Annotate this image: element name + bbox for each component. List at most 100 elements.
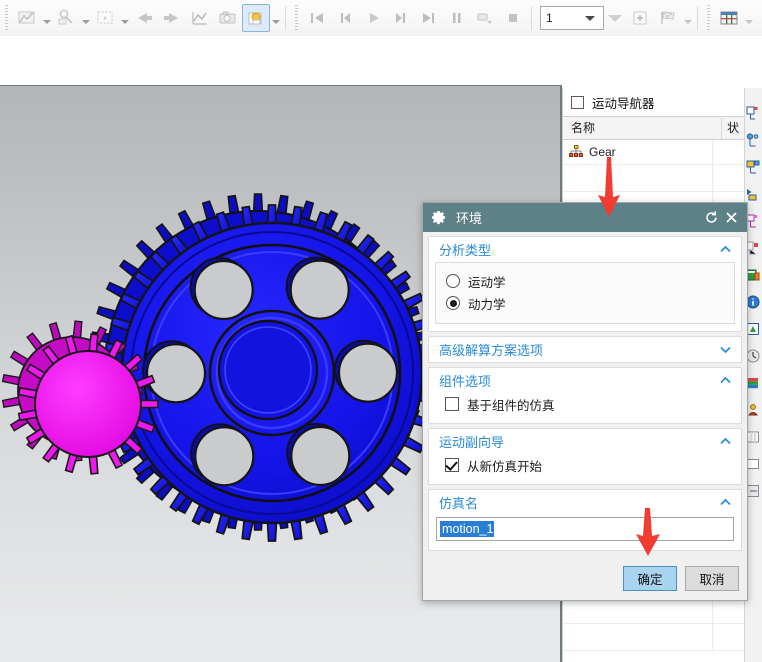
spreadsheet-run-icon[interactable] — [52, 4, 80, 32]
motion-animation-icon[interactable] — [13, 4, 41, 32]
view-manager-icon[interactable] — [746, 430, 761, 445]
analysis-type-options: 运动学 动力学 — [435, 262, 735, 324]
tree-node-status — [713, 140, 745, 164]
step-forward-icon[interactable] — [387, 4, 415, 32]
history-icon[interactable] — [746, 106, 761, 121]
part-navigator-icon[interactable] — [746, 187, 761, 202]
playback-toolbar-grip[interactable] — [293, 5, 300, 31]
motion-animation-dropdown-icon[interactable] — [41, 5, 52, 31]
system-materials-icon[interactable] — [746, 322, 761, 337]
chevron-up-icon[interactable] — [719, 243, 732, 256]
step-count-input[interactable]: 1 — [540, 6, 604, 30]
section-component-options-header[interactable]: 组件选项 — [429, 368, 741, 393]
table-row[interactable] — [563, 624, 745, 651]
column-header-status[interactable]: 状 — [722, 118, 745, 139]
column-header-name[interactable]: 名称 — [563, 117, 722, 139]
radio-kinematics-indicator[interactable] — [446, 274, 460, 288]
next-step-icon[interactable] — [158, 4, 186, 32]
section-analysis-type-header[interactable]: 分析类型 — [429, 237, 741, 262]
section-joint-wizard-label: 运动副向导 — [439, 435, 505, 450]
right-toolbar-grip[interactable] — [705, 5, 712, 31]
reset-icon[interactable] — [701, 207, 721, 229]
environment-dialog[interactable]: 环境 分析类型 运动学 动力学 高级解算方案选项 组件选项 基于组件的仿真 运动… — [422, 202, 748, 601]
stop-icon[interactable] — [499, 4, 527, 32]
finish-flag-dropdown-icon[interactable] — [682, 5, 693, 31]
color-palette-icon[interactable] — [746, 376, 761, 391]
play-icon[interactable] — [359, 4, 387, 32]
close-icon[interactable] — [721, 207, 741, 229]
panel-pin-icon[interactable] — [571, 95, 584, 109]
section-simulation-name: 仿真名 motion_1 — [428, 489, 742, 551]
finish-flag-icon[interactable] — [654, 4, 682, 32]
more-icon[interactable] — [746, 484, 761, 499]
checkbox-start-new-simulation-indicator[interactable] — [445, 458, 459, 472]
step-count-value: 1 — [546, 11, 553, 25]
toolbar-grip[interactable] — [3, 5, 10, 31]
motion-navigator-header[interactable]: 运动导航器 — [563, 88, 745, 116]
dialog-footer: 确定 取消 — [423, 560, 747, 600]
step-back-icon[interactable] — [331, 4, 359, 32]
radio-dynamics[interactable]: 动力学 — [446, 292, 724, 314]
spreadsheet-run-dropdown-icon[interactable] — [80, 5, 91, 31]
assembly-node-icon — [569, 145, 583, 157]
go-to-end-icon[interactable] — [415, 4, 443, 32]
web-browser-icon[interactable] — [746, 268, 761, 283]
filter-dropdown-icon[interactable] — [604, 5, 626, 31]
section-component-options: 组件选项 基于组件的仿真 — [428, 367, 742, 424]
articulation-icon[interactable]: x — [91, 4, 119, 32]
radio-dynamics-indicator[interactable] — [446, 296, 460, 310]
radio-kinematics-label: 运动学 — [468, 275, 506, 290]
section-joint-wizard-header[interactable]: 运动副向导 — [429, 429, 741, 454]
html-help-icon[interactable] — [746, 241, 761, 256]
chevron-up-icon[interactable] — [719, 496, 732, 509]
radio-kinematics[interactable]: 运动学 — [446, 270, 724, 292]
chevron-up-icon[interactable] — [719, 435, 732, 448]
section-advanced-solver-header[interactable]: 高级解算方案选项 — [429, 337, 741, 362]
toolbar-divider — [285, 6, 286, 30]
export-movie-icon[interactable] — [471, 4, 499, 32]
dialog-body: 分析类型 运动学 动力学 高级解算方案选项 组件选项 基于组件的仿真 运动副向导… — [423, 232, 747, 560]
spreadsheet-icon[interactable] — [715, 4, 743, 32]
go-to-start-icon[interactable] — [303, 4, 331, 32]
dialog-title-bar[interactable]: 环境 — [423, 203, 747, 232]
package-export-dropdown-icon[interactable] — [270, 5, 281, 31]
add-marker-icon[interactable] — [626, 4, 654, 32]
checkbox-start-new-simulation[interactable]: 从新仿真开始 — [439, 454, 731, 476]
checkbox-component-based-simulation[interactable]: 基于组件的仿真 — [439, 393, 731, 415]
ok-button[interactable]: 确定 — [623, 566, 677, 591]
layers-icon[interactable] — [746, 457, 761, 472]
articulation-dropdown-icon[interactable] — [119, 5, 130, 31]
camera-capture-icon[interactable] — [214, 4, 242, 32]
motion-navigator-title: 运动导航器 — [592, 96, 655, 111]
section-simulation-name-header[interactable]: 仿真名 — [429, 490, 741, 515]
cancel-button[interactable]: 取消 — [685, 566, 739, 591]
constraint-navigator-icon[interactable] — [746, 160, 761, 175]
graphing-icon[interactable] — [186, 4, 214, 32]
simulation-name-value: motion_1 — [440, 521, 495, 537]
package-export-icon[interactable] — [242, 4, 270, 32]
playback-divider — [531, 6, 532, 30]
table-row[interactable] — [563, 165, 745, 192]
chevron-down-icon[interactable] — [719, 343, 732, 356]
chevron-up-icon[interactable] — [719, 374, 732, 387]
spreadsheet-dropdown-icon[interactable] — [743, 5, 754, 31]
simulation-name-input[interactable]: motion_1 — [436, 517, 734, 541]
roles-icon[interactable] — [746, 403, 761, 418]
joint-wizard-body: 从新仿真开始 — [429, 454, 741, 484]
pause-icon[interactable] — [443, 4, 471, 32]
assembly-navigator-icon[interactable] — [746, 133, 761, 148]
section-component-options-label: 组件选项 — [439, 374, 492, 389]
section-joint-wizard: 运动副向导 从新仿真开始 — [428, 428, 742, 485]
table-row[interactable]: Gear — [563, 140, 745, 165]
radio-dynamics-label: 动力学 — [468, 297, 506, 312]
internet-explorer-icon[interactable] — [746, 295, 761, 310]
previous-step-icon[interactable] — [130, 4, 158, 32]
driven-gear — [89, 193, 441, 542]
section-analysis-type: 分析类型 运动学 动力学 — [428, 236, 742, 332]
table-row[interactable] — [563, 597, 745, 624]
application-window: x 1 运动导航器 名称 状 Gear 环境 分析类型 运动学 动力学 高级解算… — [0, 0, 762, 662]
checkbox-component-based-simulation-indicator[interactable] — [445, 397, 459, 411]
reuse-library-icon[interactable] — [746, 214, 761, 229]
process-studio-icon[interactable] — [746, 349, 761, 364]
section-simulation-name-label: 仿真名 — [439, 496, 479, 511]
